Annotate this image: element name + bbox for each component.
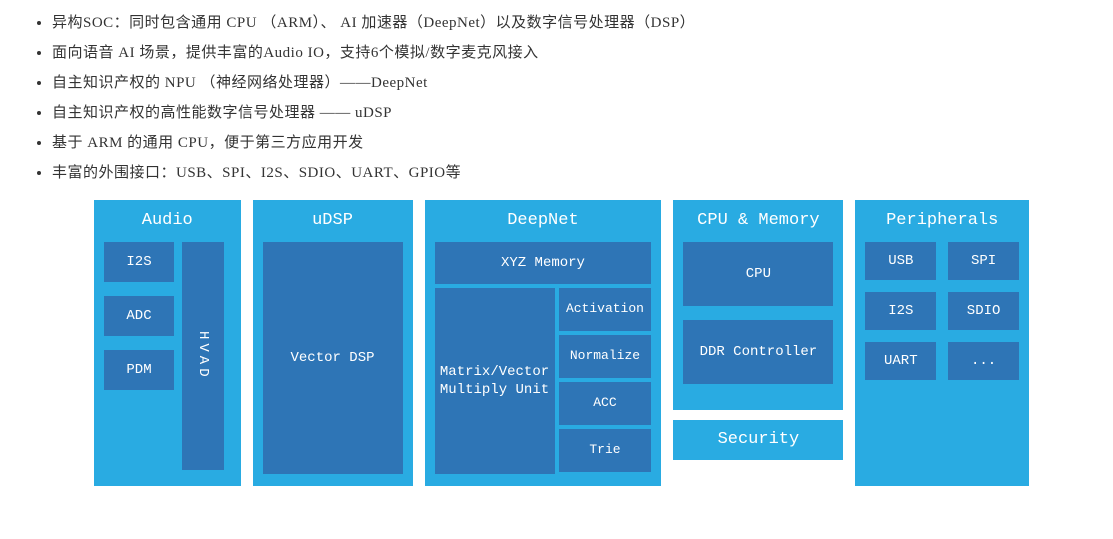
bullet-item: 异构SOC：同时包含通用 CPU （ARM）、 AI 加速器（DeepNet）以…: [52, 8, 1089, 38]
peripherals-title: Peripherals: [865, 210, 1019, 232]
adc-block: ADC: [104, 296, 174, 336]
security-panel: Security: [673, 420, 843, 460]
matrix-vector-unit-block: Matrix/Vector Multiply Unit: [435, 288, 555, 474]
bullet-item: 自主知识产权的高性能数字信号处理器 —— uDSP: [52, 98, 1089, 128]
deepnet-title: DeepNet: [435, 210, 652, 232]
peripherals-panel: Peripherals USB SPI I2S SDIO UART ...: [855, 200, 1029, 486]
soc-diagram: Audio I2S ADC PDM HVAD uDSP Vector DSP D…: [24, 200, 1089, 486]
cpu-block: CPU: [683, 242, 833, 306]
bullet-item: 丰富的外围接口：USB、SPI、I2S、SDIO、UART、GPIO等: [52, 158, 1089, 188]
xyz-memory-block: XYZ Memory: [435, 242, 652, 284]
usb-block: USB: [865, 242, 936, 280]
audio-panel: Audio I2S ADC PDM HVAD: [94, 200, 241, 486]
deepnet-panel: DeepNet XYZ Memory Matrix/Vector Multipl…: [425, 200, 662, 486]
trie-block: Trie: [559, 429, 652, 472]
sdio-block: SDIO: [948, 292, 1019, 330]
cpu-memory-panel: CPU & Memory CPU DDR Controller: [673, 200, 843, 410]
security-title: Security: [718, 429, 800, 451]
bullet-item: 面向语音 AI 场景，提供丰富的Audio IO，支持6个模拟/数字麦克风接入: [52, 38, 1089, 68]
activation-block: Activation: [559, 288, 652, 331]
cpu-wrap: CPU & Memory CPU DDR Controller Security: [673, 200, 843, 486]
i2s-block: I2S: [104, 242, 174, 282]
udsp-title: uDSP: [263, 210, 403, 232]
pdm-block: PDM: [104, 350, 174, 390]
bullet-item: 自主知识产权的 NPU （神经网络处理器）——DeepNet: [52, 68, 1089, 98]
i2s-peripheral-block: I2S: [865, 292, 936, 330]
feature-bullets: 异构SOC：同时包含通用 CPU （ARM）、 AI 加速器（DeepNet）以…: [24, 8, 1089, 188]
vector-dsp-block: Vector DSP: [263, 242, 403, 474]
acc-block: ACC: [559, 382, 652, 425]
spi-block: SPI: [948, 242, 1019, 280]
ddr-controller-block: DDR Controller: [683, 320, 833, 384]
uart-block: UART: [865, 342, 936, 380]
audio-title: Audio: [104, 210, 231, 232]
udsp-panel: uDSP Vector DSP: [253, 200, 413, 486]
normalize-block: Normalize: [559, 335, 652, 378]
more-block: ...: [948, 342, 1019, 380]
hvad-block: HVAD: [182, 242, 224, 470]
cpu-memory-title: CPU & Memory: [683, 210, 833, 232]
bullet-item: 基于 ARM 的通用 CPU，便于第三方应用开发: [52, 128, 1089, 158]
